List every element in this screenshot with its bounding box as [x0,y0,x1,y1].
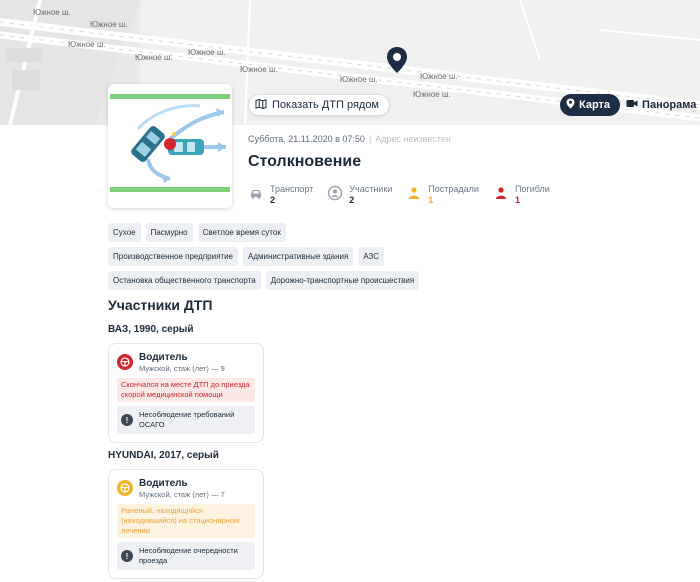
show-nearby-button[interactable]: Показать ДТП рядом [248,94,390,116]
participant-role: Водитель [139,352,188,363]
exclamation-icon: ! [121,414,133,426]
location-pin-icon[interactable] [386,46,408,74]
accident-type-title: Столкновение [248,153,362,170]
violation-text: Несоблюдение очередности проезда [139,546,238,565]
accident-datetime: Суббота, 21.11.2020 в 07:50 [248,134,365,144]
violation-text: Несоблюдение требований ОСАГО [139,410,235,429]
collision-illustration [110,94,230,192]
panorama-view-button[interactable]: Панорама [620,94,700,116]
show-nearby-label: Показать ДТП рядом [272,99,379,111]
accident-scheme [108,84,232,208]
car-icon [251,190,261,199]
steering-wheel-icon [117,480,133,496]
violation: ! Несоблюдение очередности проезда [117,542,255,570]
tag: Производственное предприятие [108,247,239,266]
tag: Сухое [108,223,141,242]
stat-value: 2 [270,195,276,205]
stat-injured: Пострадали 1 [406,184,479,206]
violation: ! Несоблюдение требований ОСАГО [117,406,255,434]
accident-address: Адрес неизвестен [375,134,451,144]
road-label: Южное ш. [240,65,278,74]
participant-card: Водитель Мужской, стаж (лет) — 9 Скончал… [108,343,264,443]
map-view-label: Карта [579,99,611,111]
road-label: Южное ш. [135,53,173,62]
road-label: Южное ш. [90,20,128,29]
vehicle-title: HYUNDAI, 2017, серый [108,450,219,461]
road-label: Южное ш. [340,75,378,84]
meta-separator: | [368,134,372,144]
condition-tags: Сухое Пасмурно Светлое время суток Произ… [108,223,528,295]
tag: Пасмурно [145,223,193,242]
participant-status: Раненый, находящийся (находившийся) на с… [117,504,255,538]
view-switch: Карта Панорама [560,94,700,116]
stat-label: Пострадали [428,184,479,194]
person-icon [328,185,343,201]
stat-transport: Транспорт 2 [248,184,313,206]
accident-stats: Транспорт 2 Участники 2 Пострадали 1 Погибл… [248,184,564,206]
tag: Административные здания [243,247,354,266]
exclamation-icon: ! [121,550,133,562]
participants-title: Участники ДТП [108,297,213,313]
stat-label: Участники [349,184,393,194]
stat-participants: Участники 2 [327,184,392,206]
accident-meta: Суббота, 21.11.2020 в 07:50 | Адрес неизве… [248,134,451,144]
tag: Светлое время суток [197,223,286,242]
road-label: Южное ш. [413,90,451,99]
pin-icon [566,98,575,112]
road-label: Южное ш. [188,48,226,57]
stat-label: Погибли [514,184,550,194]
stat-dead: Погибли 1 [493,184,550,206]
stat-value: 1 [428,195,434,205]
steering-wheel-icon [117,354,133,370]
injured-icon [409,187,420,199]
participant-card: Водитель Мужской, стаж (лет) — 7 Раненый… [108,469,264,579]
map-view-button[interactable]: Карта [560,94,621,116]
video-camera-icon [626,99,638,111]
stat-value: 2 [349,195,355,205]
panorama-view-label: Панорама [642,99,697,111]
participant-role: Водитель [139,478,188,489]
participant-details: Мужской, стаж (лет) — 9 [139,364,225,373]
map-icon [255,98,267,113]
tag: АЗС [358,247,385,266]
road-label: Южное ш. [68,40,106,49]
participant-status: Скончался на месте ДТП до приезда скорой… [117,378,255,402]
tag: Дорожно-транспортные происшествия [265,271,420,290]
road-label: Южное ш. [420,72,458,81]
participant-details: Мужской, стаж (лет) — 7 [139,490,225,499]
tag: Остановка общественного транспорта [108,271,261,290]
vehicle-title: ВАЗ, 1990, серый [108,324,194,335]
stat-value: 1 [514,195,520,205]
road-label: Южное ш. [33,8,71,17]
dead-icon [495,187,506,199]
stat-label: Транспорт [270,184,314,194]
